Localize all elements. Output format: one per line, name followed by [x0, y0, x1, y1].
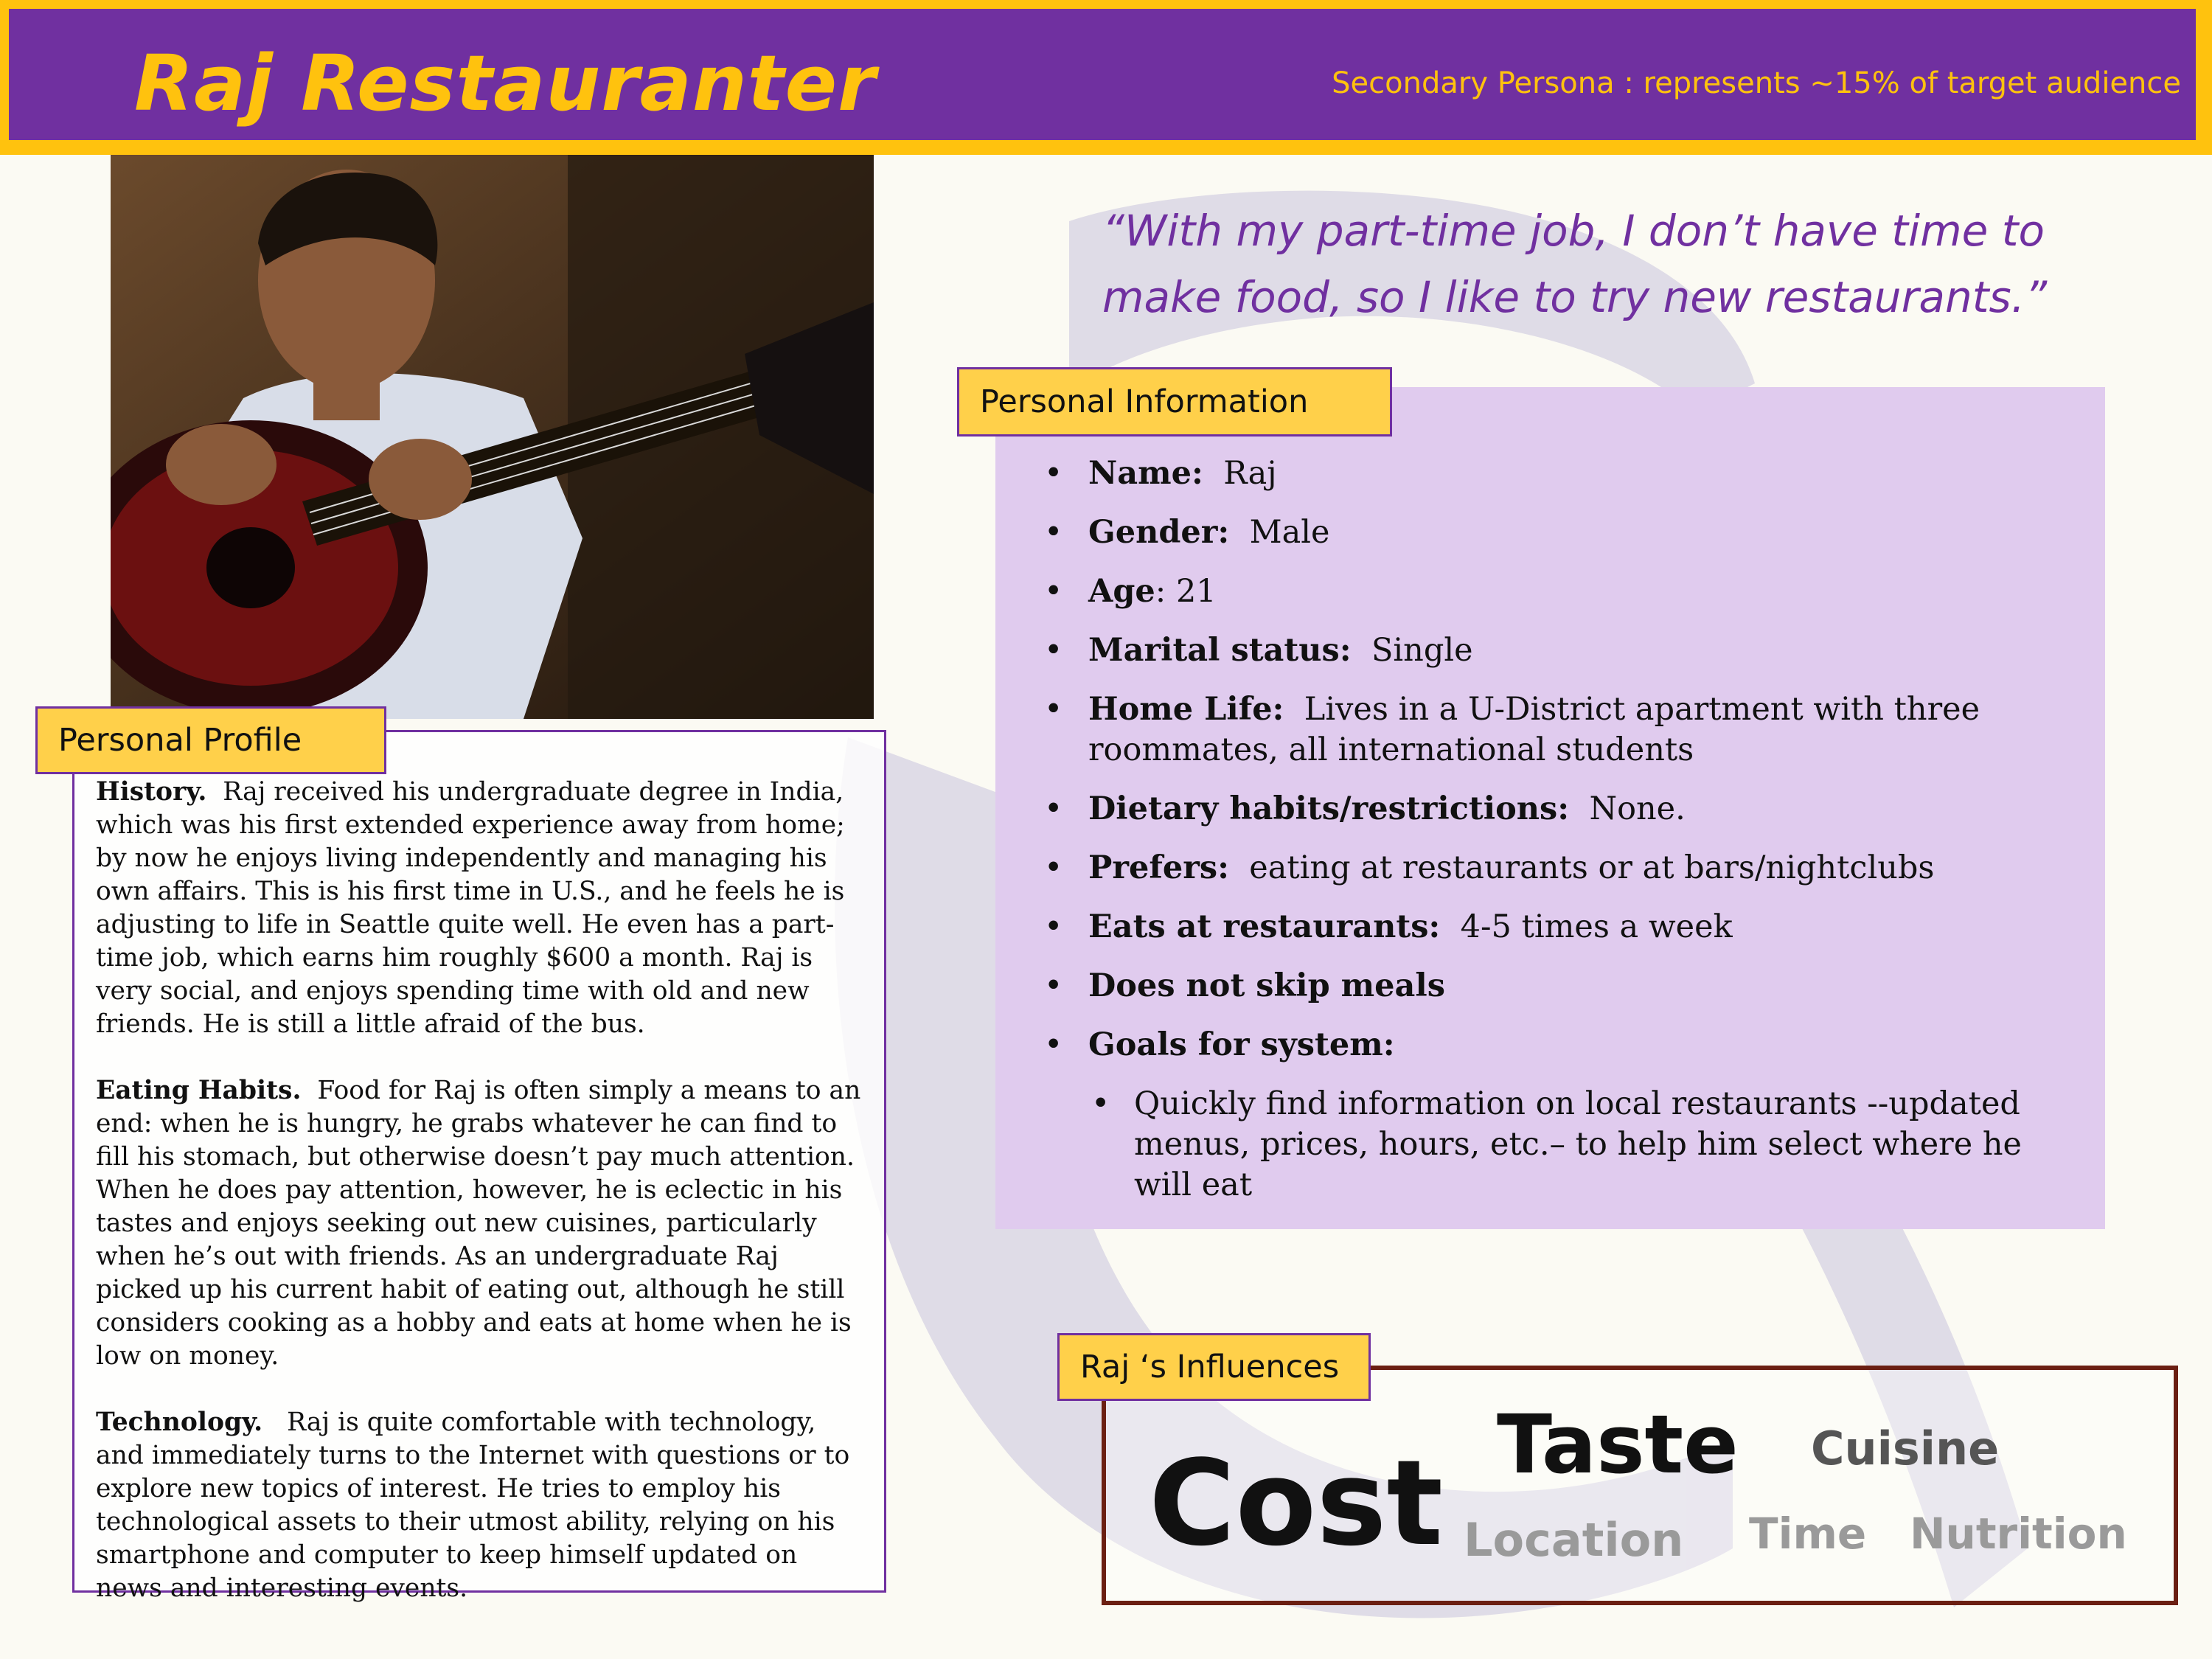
info-label: Home Life: [1088, 691, 1284, 728]
info-item-prefers: Prefers: eating at restaurants or at bar… [1041, 848, 2088, 888]
info-item-dietary-habits: Dietary habits/restrictions: None. [1041, 789, 2088, 830]
info-item-does-not-skip-meals: Does not skip meals [1041, 966, 2088, 1006]
history-heading: History. [96, 777, 207, 807]
info-value: eating at restaurants or at bars/nightcl… [1249, 849, 1935, 886]
eating-habits-paragraph: Eating Habits. Food for Raj is often sim… [96, 1074, 870, 1373]
eating-habits-heading: Eating Habits. [96, 1076, 302, 1105]
info-value: Male [1249, 514, 1330, 551]
personal-information-tab-label: Personal Information [980, 383, 1309, 420]
info-label: Goals for system: [1088, 1026, 1395, 1063]
persona-slide: Raj Restauranter Secondary Persona : rep… [0, 0, 2212, 1659]
persona-quote: “With my part-time job, I don’t have tim… [1102, 206, 2048, 322]
info-label: Dietary habits/restrictions: [1088, 790, 1570, 827]
info-value: : 21 [1155, 573, 1217, 610]
personal-profile-tab: Personal Profile [35, 706, 386, 774]
info-label: Marital status: [1088, 632, 1352, 669]
info-label: Name: [1088, 455, 1203, 492]
info-label: Gender: [1088, 514, 1230, 551]
influence-cost: Cost [1149, 1434, 1444, 1572]
persona-subtitle: Secondary Persona : represents ~15% of t… [1332, 66, 2181, 100]
persona-photo-icon [111, 155, 874, 719]
info-item-home-life: Home Life: Lives in a U-District apartme… [1041, 689, 2088, 771]
personal-information-list: Name: Raj Gender: Male Age: 21 Marital s… [1041, 453, 2088, 1224]
info-item-marital-status: Marital status: Single [1041, 630, 2088, 671]
page-title: Raj Restauranter [134, 38, 877, 128]
goal-item: Quickly find information on local restau… [1088, 1084, 2088, 1206]
influence-location: Location [1464, 1513, 1684, 1567]
influences-tab: Raj ‘s Influences [1057, 1333, 1371, 1401]
info-value: Single [1371, 632, 1473, 669]
header-bar: Raj Restauranter Secondary Persona : rep… [0, 0, 2212, 155]
history-paragraph: History. Raj received his undergraduate … [96, 776, 870, 1041]
info-label: Eats at restaurants: [1088, 908, 1441, 945]
eating-habits-text: Food for Raj is often simply a means to … [96, 1076, 861, 1371]
info-label: Prefers: [1088, 849, 1229, 886]
info-value: 4-5 times a week [1460, 908, 1733, 945]
info-value: Raj [1223, 455, 1277, 492]
info-item-eats-at-restaurants: Eats at restaurants: 4-5 times a week [1041, 907, 2088, 947]
history-text: Raj received his undergraduate degree in… [96, 777, 845, 1039]
info-item-name: Name: Raj [1041, 453, 2088, 494]
personal-profile-text: History. Raj received his undergraduate … [96, 776, 870, 1638]
personal-profile-tab-label: Personal Profile [58, 722, 302, 759]
influence-cuisine: Cuisine [1811, 1422, 2000, 1475]
info-label: Age [1088, 573, 1155, 610]
info-label: Does not skip meals [1088, 967, 1445, 1004]
technology-paragraph: Technology. Raj is quite comfortable wit… [96, 1406, 870, 1605]
influence-taste: Taste [1497, 1397, 1739, 1492]
persona-photo [111, 155, 874, 719]
header-panel: Raj Restauranter Secondary Persona : rep… [9, 9, 2196, 140]
info-item-age: Age: 21 [1041, 571, 2088, 612]
influences-tab-label: Raj ‘s Influences [1080, 1349, 1340, 1385]
influence-time: Time [1749, 1509, 1867, 1559]
goals-list: Quickly find information on local restau… [1088, 1084, 2088, 1206]
info-value: None. [1589, 790, 1686, 827]
technology-heading: Technology. [96, 1408, 263, 1437]
info-item-gender: Gender: Male [1041, 512, 2088, 553]
influence-nutrition: Nutrition [1910, 1509, 2127, 1559]
info-item-goals: Goals for system: Quickly find informati… [1041, 1025, 2088, 1206]
personal-information-tab: Personal Information [957, 367, 1392, 437]
